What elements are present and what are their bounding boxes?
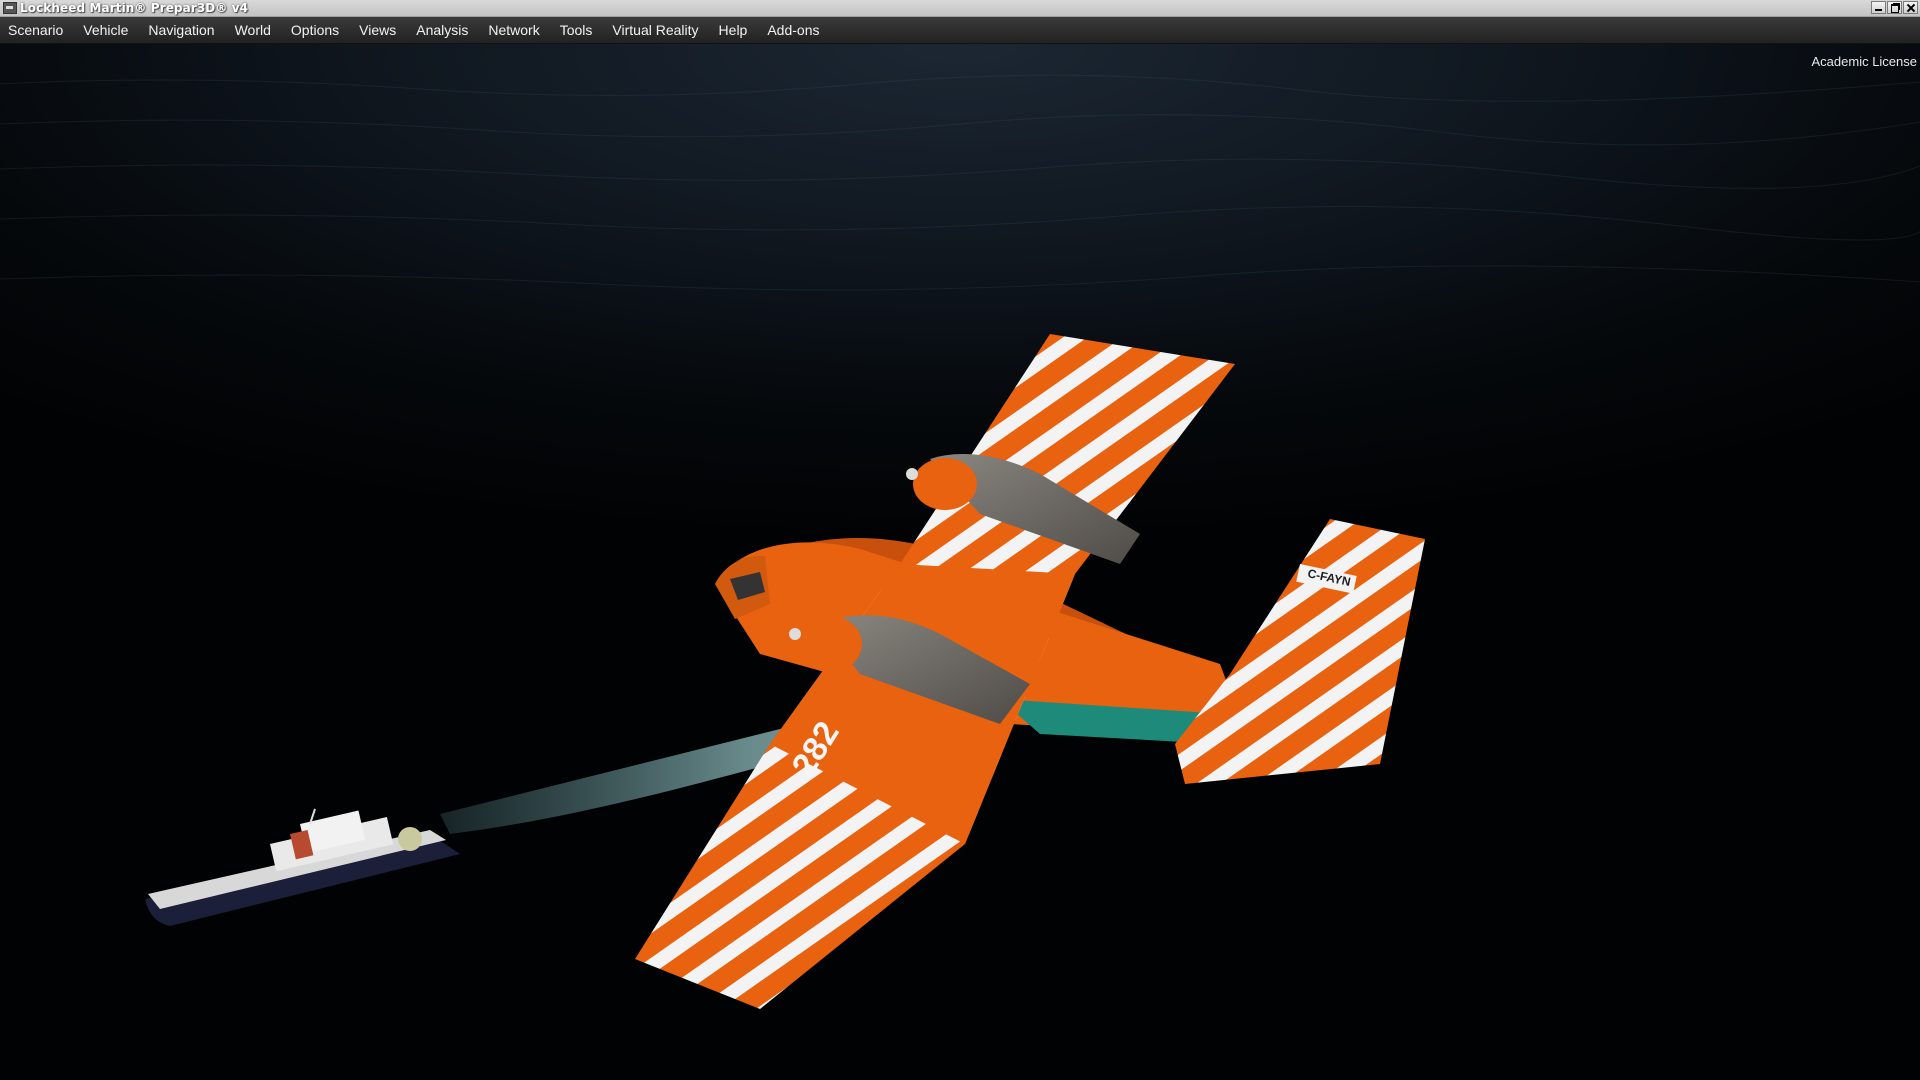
menu-help[interactable]: Help (709, 17, 758, 44)
ocean-surface (0, 74, 1920, 291)
menu-views[interactable]: Views (349, 17, 406, 44)
aircraft-cl215: 282 C-FAYN (635, 334, 1425, 1009)
window-title: Lockheed Martin® Prepar3D® v4 (20, 1, 249, 15)
prepar3d-app-icon[interactable] (3, 2, 17, 14)
window-controls (1871, 1, 1918, 14)
menu-navigation[interactable]: Navigation (138, 17, 224, 44)
license-label: Academic License (1811, 54, 1918, 69)
menu-bar: Scenario Vehicle Navigation World Option… (0, 17, 1920, 44)
menu-add-ons[interactable]: Add-ons (757, 17, 829, 44)
window-titlebar: Lockheed Martin® Prepar3D® v4 (0, 0, 1920, 17)
menu-options[interactable]: Options (281, 17, 349, 44)
tail-plane (1175, 519, 1425, 784)
restore-icon[interactable] (1887, 1, 1902, 14)
minimize-icon[interactable] (1871, 1, 1886, 14)
menu-vehicle[interactable]: Vehicle (73, 17, 138, 44)
simulation-viewport[interactable]: 282 C-FAYN Academic License (0, 44, 1920, 1080)
menu-network[interactable]: Network (478, 17, 549, 44)
menu-scenario[interactable]: Scenario (0, 17, 73, 44)
menu-analysis[interactable]: Analysis (406, 17, 478, 44)
menu-world[interactable]: World (225, 17, 281, 44)
menu-virtual-reality[interactable]: Virtual Reality (602, 17, 708, 44)
menu-tools[interactable]: Tools (550, 17, 603, 44)
ship (145, 808, 460, 926)
close-icon[interactable] (1903, 1, 1918, 14)
scene-render: 282 C-FAYN (0, 74, 1920, 1009)
